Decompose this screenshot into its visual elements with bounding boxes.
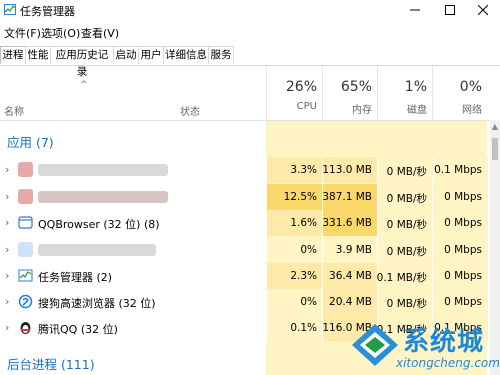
- network-cell: 0 Mbps: [432, 210, 488, 236]
- tab-performance[interactable]: 性能: [25, 46, 51, 64]
- cpu-cell: 0.1%: [266, 315, 323, 341]
- network-label: 网络: [462, 105, 482, 116]
- tab-users[interactable]: 用户: [138, 46, 164, 64]
- tab-details[interactable]: 详细信息: [163, 46, 209, 64]
- process-row[interactable]: › 0% 3.9 MB 0 MB/秒 0 Mbps: [0, 237, 490, 263]
- process-row[interactable]: › 任务管理器 (2) 2.3% 36.4 MB 0.1 MB/秒 0 Mbps: [0, 263, 490, 289]
- sogou-browser-icon: [18, 294, 33, 309]
- column-header-network[interactable]: 0% 网络: [432, 66, 488, 120]
- process-row[interactable]: › 搜狗高速浏览器 (32 位) 0% 20.4 MB 0 MB/秒 0 Mbp…: [0, 289, 490, 315]
- tab-processes[interactable]: 进程: [0, 46, 26, 64]
- column-header-name[interactable]: 名称: [4, 103, 24, 118]
- column-header-memory[interactable]: 65% 内存: [322, 66, 378, 120]
- disk-percent: 1%: [404, 79, 427, 95]
- cpu-cell: 2.3%: [266, 263, 323, 289]
- cpu-percent: 26%: [285, 79, 317, 95]
- process-name: 搜狗高速浏览器 (32 位): [38, 297, 156, 310]
- process-name: 任务管理器 (2): [38, 271, 113, 284]
- process-name: QQBrowser (32 位) (8): [38, 218, 160, 231]
- close-icon: [478, 5, 488, 15]
- network-percent: 0%: [459, 79, 482, 95]
- column-header-cpu[interactable]: 26% CPU: [266, 66, 323, 120]
- column-header-status[interactable]: 状态: [180, 103, 200, 118]
- menu-file[interactable]: 文件(F): [4, 25, 41, 41]
- disk-label: 磁盘: [407, 105, 427, 116]
- redacted-name: [38, 164, 168, 176]
- minimize-icon: [410, 9, 420, 11]
- task-manager-icon: [18, 269, 33, 282]
- group-background[interactable]: 后台进程 (111): [7, 354, 95, 373]
- network-cell: 0 Mbps: [432, 184, 488, 210]
- blurred-app-icon: [18, 189, 33, 204]
- maximize-button[interactable]: [435, 0, 465, 20]
- expand-chevron-icon[interactable]: ›: [5, 269, 9, 282]
- disk-cell: 0 MB/秒: [377, 157, 433, 183]
- blurred-app-icon: [18, 242, 33, 257]
- process-name: 腾讯QQ (32 位): [38, 323, 118, 336]
- memory-cell: 20.4 MB: [322, 289, 378, 315]
- menu-view[interactable]: 查看(V): [81, 25, 119, 41]
- expand-chevron-icon[interactable]: ›: [5, 295, 9, 308]
- window-title: 任务管理器: [20, 5, 75, 18]
- watermark: 系统城 xitongcheng.com: [348, 318, 500, 375]
- cpu-cell: 12.5%: [266, 184, 323, 210]
- cpu-label: CPU: [296, 101, 317, 112]
- cpu-cell: 0%: [266, 289, 323, 315]
- disk-cell: 0.1 MB/秒: [377, 263, 433, 289]
- cpu-cell: 1.6%: [266, 210, 323, 236]
- cpu-cell: 3.3%: [266, 157, 323, 183]
- process-row[interactable]: › 12.5% 387.1 MB 0 MB/秒 0 Mbps: [0, 184, 490, 210]
- scroll-thumb[interactable]: [492, 138, 498, 160]
- memory-cell: 331.6 MB: [322, 210, 378, 236]
- expand-chevron-icon[interactable]: ›: [5, 321, 9, 334]
- expand-chevron-icon[interactable]: ›: [5, 216, 9, 229]
- disk-cell: 0 MB/秒: [377, 210, 433, 236]
- disk-cell: 0 MB/秒: [377, 289, 433, 315]
- disk-cell: 0 MB/秒: [377, 184, 433, 210]
- redacted-name: [38, 191, 168, 203]
- qq-penguin-icon: [20, 322, 31, 334]
- maximize-icon: [445, 5, 455, 15]
- sort-arrow-icon: ^: [80, 80, 88, 90]
- network-cell: 0 Mbps: [432, 263, 488, 289]
- tab-services[interactable]: 服务: [208, 46, 234, 64]
- process-row[interactable]: › 3.3% 113.0 MB 0 MB/秒 0.1 Mbps: [0, 157, 490, 183]
- scroll-up-icon[interactable]: ▲: [490, 122, 500, 131]
- redacted-name: [38, 244, 156, 256]
- expand-chevron-icon[interactable]: ›: [5, 243, 9, 256]
- column-header-disk[interactable]: 1% 磁盘: [377, 66, 433, 120]
- minimize-button[interactable]: [400, 0, 430, 20]
- watermark-logo-icon: [352, 324, 398, 366]
- blurred-app-icon: [18, 162, 33, 177]
- tab-startup[interactable]: 启动: [113, 46, 139, 64]
- close-button[interactable]: [468, 0, 498, 20]
- memory-cell: 36.4 MB: [322, 263, 378, 289]
- memory-cell: 387.1 MB: [322, 184, 378, 210]
- process-row[interactable]: › QQBrowser (32 位) (8) 1.6% 331.6 MB 0 M…: [0, 210, 490, 236]
- network-cell: 0 Mbps: [432, 289, 488, 315]
- network-cell: 0 Mbps: [432, 237, 488, 263]
- title-bar: 任务管理器: [0, 0, 500, 20]
- watermark-url: xitongcheng.com: [396, 356, 500, 370]
- menu-options[interactable]: 选项(O): [41, 25, 80, 41]
- tab-app-history[interactable]: 应用历史记录: [50, 46, 114, 78]
- memory-label: 内存: [352, 105, 372, 116]
- memory-percent: 65%: [340, 79, 372, 95]
- memory-cell: 3.9 MB: [322, 237, 378, 263]
- tab-strip: 进程 性能 应用历史记录 启动 用户 详细信息 服务: [0, 46, 500, 78]
- cpu-cell: 0%: [266, 237, 323, 263]
- disk-cell: 0 MB/秒: [377, 237, 433, 263]
- group-apps[interactable]: 应用 (7): [7, 132, 54, 151]
- expand-chevron-icon[interactable]: ›: [5, 163, 9, 176]
- memory-cell: 113.0 MB: [322, 157, 378, 183]
- watermark-name: 系统城: [403, 327, 485, 357]
- browser-icon: [18, 216, 33, 229]
- task-manager-icon: [4, 4, 16, 15]
- expand-chevron-icon[interactable]: ›: [5, 190, 9, 203]
- network-cell: 0.1 Mbps: [432, 157, 488, 183]
